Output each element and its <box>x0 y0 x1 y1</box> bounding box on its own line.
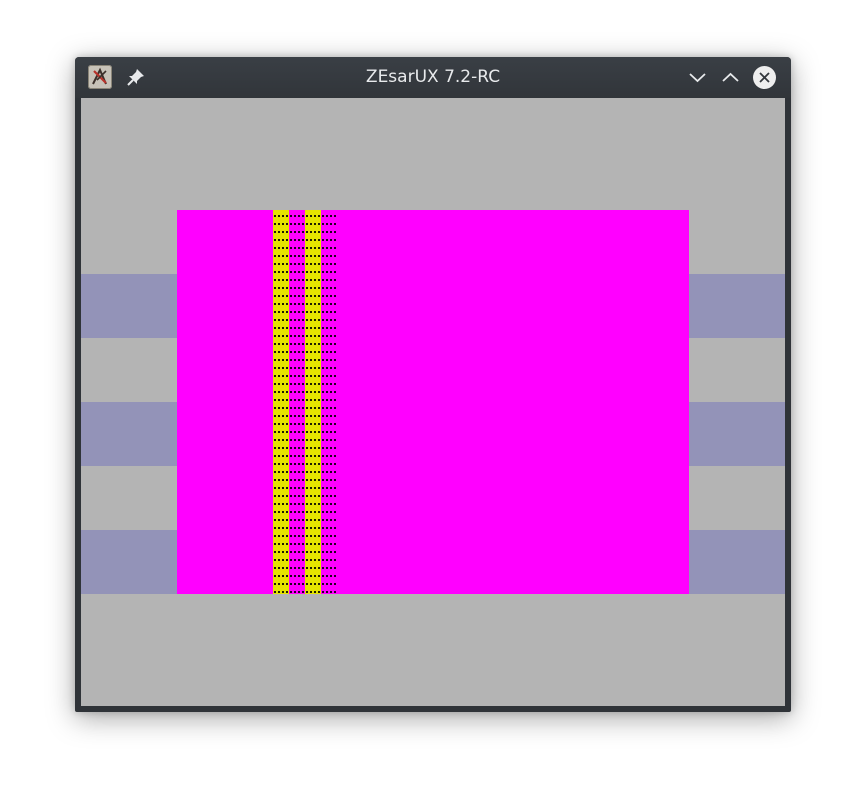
title-bar[interactable]: ZEsarUX 7.2-RC <box>75 57 791 98</box>
minimize-button[interactable] <box>685 65 710 90</box>
chevron-down-icon <box>689 73 706 83</box>
close-icon <box>753 66 776 89</box>
app-window: ZEsarUX 7.2-RC <box>75 57 791 712</box>
maximize-button[interactable] <box>718 65 743 90</box>
window-title: ZEsarUX 7.2-RC <box>365 67 501 87</box>
zesarux-app-icon[interactable] <box>88 65 112 89</box>
emulator-screen[interactable] <box>81 98 785 706</box>
close-button[interactable] <box>752 65 777 90</box>
chevron-up-icon <box>722 72 739 82</box>
display-paper-area <box>177 210 689 594</box>
pin-icon[interactable] <box>125 66 147 88</box>
dot-pattern <box>273 210 337 594</box>
